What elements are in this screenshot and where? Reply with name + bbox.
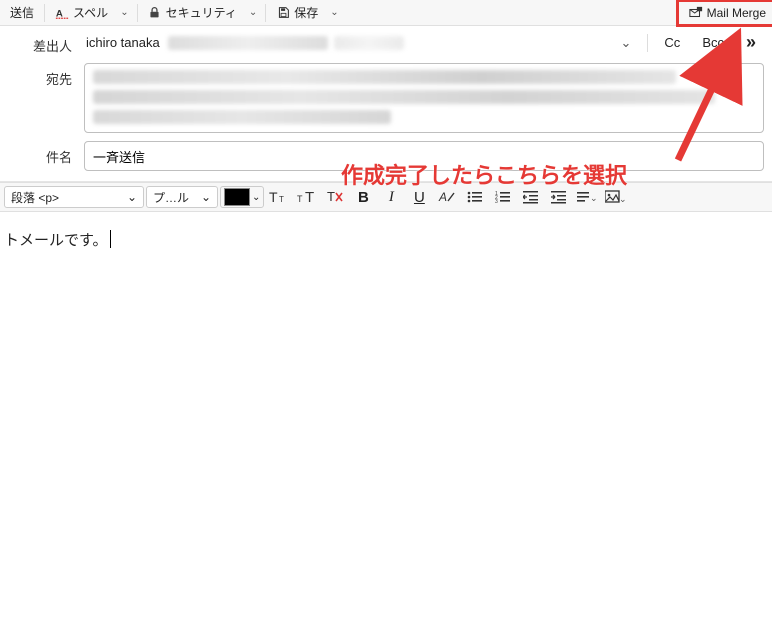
mailmerge-highlight: Mail Merge bbox=[676, 0, 772, 27]
italic-button[interactable]: I bbox=[378, 186, 404, 208]
svg-text:T: T bbox=[269, 189, 278, 205]
svg-text:T: T bbox=[305, 189, 314, 205]
cc-button[interactable]: Cc bbox=[656, 33, 688, 52]
mailmerge-icon bbox=[689, 6, 703, 20]
lock-icon bbox=[148, 6, 162, 20]
font-size-increase-button[interactable]: TT bbox=[294, 186, 320, 208]
separator bbox=[647, 34, 648, 52]
paragraph-style-value: 段落 <p> bbox=[11, 189, 59, 206]
svg-text:A: A bbox=[438, 190, 447, 204]
svg-text:3: 3 bbox=[495, 199, 498, 204]
mailmerge-label: Mail Merge bbox=[707, 6, 766, 20]
separator bbox=[265, 4, 266, 22]
main-toolbar: 送信 A スペル ⌄ セキュリティ ⌄ 保存 ⌄ bbox=[0, 0, 772, 26]
outdent-button[interactable] bbox=[518, 186, 544, 208]
recipient-redacted bbox=[93, 70, 676, 84]
format-toolbar: 段落 <p> ⌄ プ…ル ⌄ ⌄ TT TT T B I U A 123 bbox=[0, 182, 772, 212]
security-button[interactable]: セキュリティ bbox=[142, 2, 243, 23]
svg-text:T: T bbox=[327, 189, 335, 204]
security-dropdown[interactable]: ⌄ bbox=[245, 7, 261, 18]
separator bbox=[44, 4, 45, 22]
font-size-decrease-button[interactable]: TT bbox=[266, 186, 292, 208]
indent-button[interactable] bbox=[546, 186, 572, 208]
subject-row: 件名 bbox=[0, 137, 772, 175]
send-button[interactable]: 送信 bbox=[4, 2, 40, 23]
spell-icon: A bbox=[55, 6, 69, 20]
svg-text:T: T bbox=[297, 194, 303, 204]
from-row: 差出人 ichiro tanaka ⌄ Cc Bcc » bbox=[0, 26, 772, 59]
from-value[interactable]: ichiro tanaka bbox=[84, 31, 162, 54]
align-dropdown[interactable]: ⌄ bbox=[574, 186, 600, 208]
bcc-button[interactable]: Bcc bbox=[694, 33, 732, 52]
to-field[interactable] bbox=[84, 63, 764, 133]
insert-image-button[interactable]: ⌄ bbox=[602, 186, 628, 208]
recipient-redacted bbox=[93, 90, 715, 104]
mail-headers: 差出人 ichiro tanaka ⌄ Cc Bcc » 宛先 bbox=[0, 26, 772, 182]
to-row: 宛先 bbox=[0, 59, 772, 137]
separator bbox=[137, 4, 138, 22]
clear-format-button[interactable]: T bbox=[322, 186, 348, 208]
save-label: 保存 bbox=[294, 4, 318, 21]
spell-label: スペル bbox=[73, 4, 108, 21]
numbered-list-button[interactable]: 123 bbox=[490, 186, 516, 208]
color-swatch-icon bbox=[224, 188, 250, 206]
chevron-down-icon: ⌄ bbox=[201, 190, 211, 204]
underline-button[interactable]: U bbox=[406, 186, 432, 208]
save-icon bbox=[276, 6, 290, 20]
mailmerge-button[interactable]: Mail Merge bbox=[683, 4, 772, 22]
bullet-list-button[interactable] bbox=[462, 186, 488, 208]
subject-label: 件名 bbox=[0, 141, 84, 166]
security-label: セキュリティ bbox=[166, 4, 237, 21]
mail-body-editor[interactable]: トメールです。 bbox=[0, 212, 772, 614]
save-dropdown[interactable]: ⌄ bbox=[326, 7, 342, 18]
from-dropdown[interactable]: ⌄ bbox=[613, 31, 640, 55]
spell-button[interactable]: A スペル bbox=[49, 2, 114, 23]
from-email-redacted bbox=[168, 36, 328, 50]
text-color-picker[interactable]: ⌄ bbox=[220, 186, 264, 208]
spell-dropdown[interactable]: ⌄ bbox=[116, 7, 132, 18]
from-label: 差出人 bbox=[0, 30, 84, 55]
to-label: 宛先 bbox=[0, 63, 84, 88]
save-button[interactable]: 保存 bbox=[270, 2, 324, 23]
svg-text:⌄: ⌄ bbox=[619, 194, 625, 204]
chevron-down-icon: ⌄ bbox=[252, 192, 260, 203]
send-label: 送信 bbox=[10, 4, 34, 21]
chevron-down-icon: ⌄ bbox=[127, 190, 137, 204]
svg-text:T: T bbox=[279, 195, 284, 204]
subject-input[interactable] bbox=[84, 141, 764, 171]
font-family-value: プ…ル bbox=[153, 189, 189, 206]
paragraph-style-dropdown[interactable]: 段落 <p> ⌄ bbox=[4, 186, 144, 208]
header-overflow-button[interactable]: » bbox=[738, 30, 764, 55]
body-text: トメールです。 bbox=[4, 232, 111, 249]
font-family-dropdown[interactable]: プ…ル ⌄ bbox=[146, 186, 218, 208]
bold-button[interactable]: B bbox=[350, 186, 376, 208]
remove-format-button[interactable]: A bbox=[434, 186, 460, 208]
chevron-down-icon: ⌄ bbox=[621, 35, 632, 50]
svg-text:⌄: ⌄ bbox=[590, 193, 597, 203]
recipient-redacted bbox=[93, 110, 391, 124]
from-extra-redacted bbox=[334, 36, 404, 50]
